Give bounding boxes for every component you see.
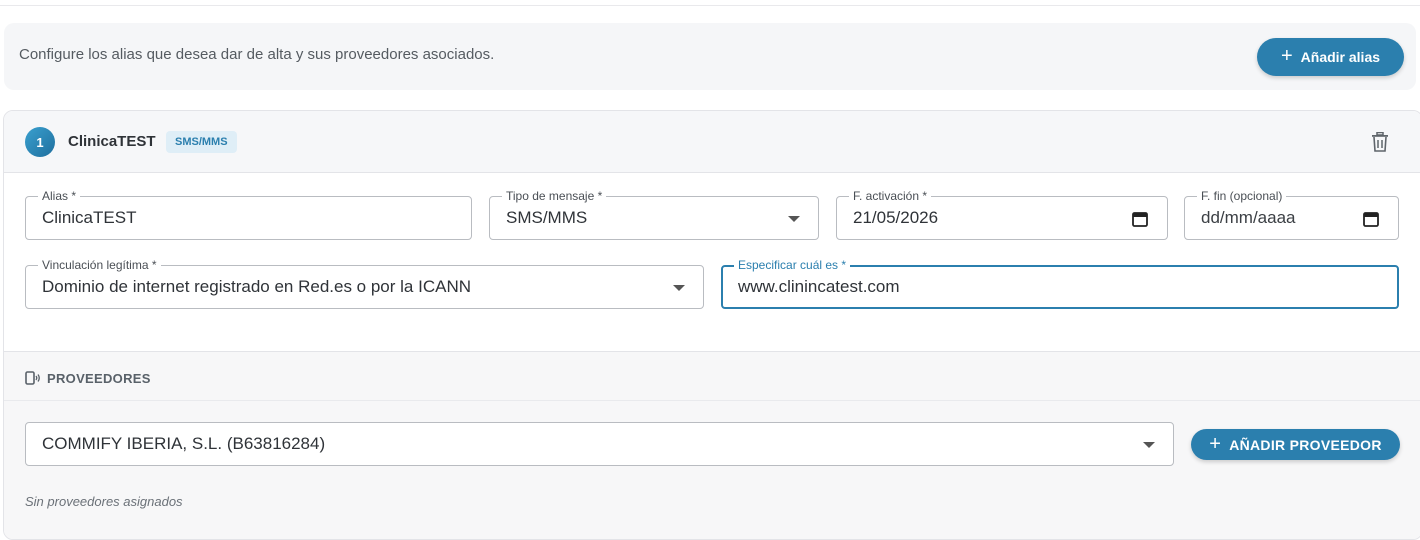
phone-signal-icon <box>25 371 40 385</box>
providers-header: PROVEEDORES <box>25 368 151 388</box>
legitimate-link-value: Dominio de internet registrado en Red.es… <box>42 277 471 296</box>
provider-select-value: COMMIFY IBERIA, S.L. (B63816284) <box>42 434 326 453</box>
top-divider <box>0 5 1420 6</box>
message-type-select[interactable]: Tipo de mensaje * SMS/MMS <box>489 188 819 240</box>
activation-date-label: F. activación * <box>849 188 932 204</box>
activation-date-field[interactable]: F. activación * 21/05/2026 <box>836 188 1168 240</box>
calendar-icon[interactable] <box>1362 210 1380 228</box>
specify-field[interactable]: Especificar cuál es * www.clinincatest.c… <box>721 257 1399 309</box>
trash-icon[interactable] <box>1368 130 1392 154</box>
providers-title: PROVEEDORES <box>47 370 151 386</box>
chevron-down-icon <box>673 285 685 291</box>
add-provider-button[interactable]: + AÑADIR PROVEEDOR <box>1191 429 1400 460</box>
plus-icon: + <box>1209 432 1222 455</box>
alias-field[interactable]: Alias * ClinicaTEST <box>25 188 472 240</box>
alias-field-label: Alias * <box>38 188 81 204</box>
alias-card: 1 ClinicaTEST SMS/MMS Alias * ClinicaTES… <box>3 110 1420 540</box>
provider-select[interactable]: COMMIFY IBERIA, S.L. (B63816284) <box>25 422 1174 466</box>
chevron-down-icon <box>1143 442 1155 448</box>
end-date-placeholder: dd/mm/aaaa <box>1201 208 1296 227</box>
alias-card-header: 1 ClinicaTEST SMS/MMS <box>4 111 1420 173</box>
alias-card-title: ClinicaTEST <box>68 133 156 150</box>
end-date-label: F. fin (opcional) <box>1197 188 1287 204</box>
intro-text: Configure los alias que desea dar de alt… <box>19 46 495 63</box>
specify-field-value: www.clinincatest.com <box>738 277 900 296</box>
message-type-label: Tipo de mensaje * <box>502 188 607 204</box>
message-type-value: SMS/MMS <box>506 208 588 227</box>
alias-field-value: ClinicaTEST <box>42 208 137 227</box>
legitimate-link-label: Vinculación legítima * <box>38 257 161 273</box>
providers-divider <box>4 400 1420 401</box>
chevron-down-icon <box>788 216 800 222</box>
end-date-field[interactable]: F. fin (opcional) dd/mm/aaaa <box>1184 188 1399 240</box>
calendar-icon[interactable] <box>1131 210 1149 228</box>
add-alias-button[interactable]: + Añadir alias <box>1257 38 1404 76</box>
activation-date-value: 21/05/2026 <box>853 208 939 227</box>
plus-icon: + <box>1280 45 1293 67</box>
specify-field-label: Especificar cuál es * <box>734 257 851 273</box>
providers-section: PROVEEDORES COMMIFY IBERIA, S.L. (B63816… <box>4 351 1420 539</box>
intro-bar: Configure los alias que desea dar de alt… <box>4 23 1416 90</box>
add-alias-label: Añadir alias <box>1300 49 1381 65</box>
no-providers-text: Sin proveedores asignados <box>25 494 183 509</box>
legitimate-link-select[interactable]: Vinculación legítima * Dominio de intern… <box>25 257 704 309</box>
alias-number-badge: 1 <box>25 127 55 157</box>
message-type-badge: SMS/MMS <box>166 131 237 153</box>
add-provider-label: AÑADIR PROVEEDOR <box>1229 436 1382 453</box>
